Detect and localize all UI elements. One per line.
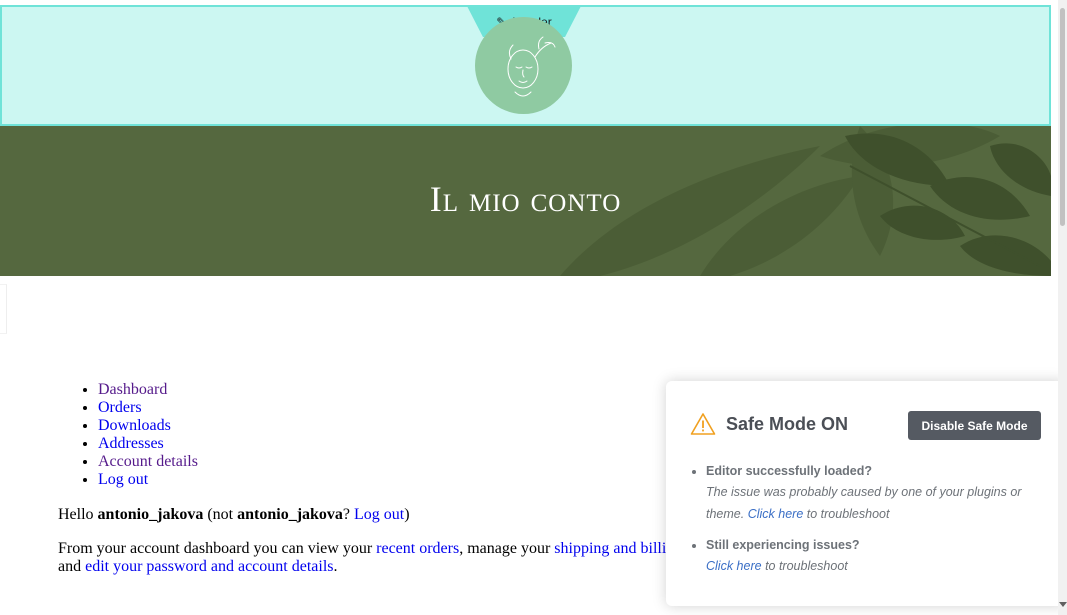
tip-suffix: to troubleshoot: [806, 507, 890, 521]
greeting-text: Hello antonio_jakova (not antonio_jakova…: [58, 506, 410, 524]
nav-item-account-details: Account details: [98, 453, 198, 471]
scrollbar-thumb[interactable]: [1060, 8, 1065, 226]
recent-orders-link[interactable]: recent orders: [376, 540, 459, 557]
nav-link-dashboard[interactable]: Dashboard: [98, 381, 167, 398]
nav-link-addresses[interactable]: Addresses: [98, 435, 164, 452]
dashboard-text-2: , manage your: [459, 540, 551, 557]
greeting-close: ): [404, 506, 410, 523]
safe-mode-title: Safe Mode ON: [726, 413, 849, 434]
tip-suffix: to troubleshoot: [765, 559, 848, 573]
greeting-hello: Hello: [58, 506, 94, 523]
greeting-not: (not: [207, 506, 234, 523]
page-banner: Il mio conto: [0, 126, 1051, 276]
side-toggle-tab[interactable]: [0, 284, 7, 334]
greeting-username: antonio_jakova: [97, 506, 204, 523]
dashboard-text-4: .: [333, 558, 338, 575]
greeting-logout-link[interactable]: Log out: [354, 506, 404, 523]
site-logo[interactable]: [475, 17, 572, 114]
safe-mode-panel: Safe Mode ON Disable Safe Mode Editor su…: [666, 381, 1066, 606]
troubleshoot-link-1[interactable]: Click here: [748, 507, 804, 521]
troubleshoot-link-2[interactable]: Click here: [706, 559, 762, 573]
safe-mode-tip: Editor successfully loaded? The issue wa…: [706, 461, 1056, 525]
nav-item-downloads: Downloads: [98, 417, 198, 435]
nav-link-orders[interactable]: Orders: [98, 399, 142, 416]
nav-item-addresses: Addresses: [98, 435, 198, 453]
face-leaves-logo-icon: [507, 36, 556, 97]
tip-question: Editor successfully loaded?: [706, 464, 873, 478]
account-details-link[interactable]: edit your password and account details: [85, 558, 333, 575]
scroll-down-arrow-icon[interactable]: [1059, 602, 1067, 607]
nav-item-dashboard: Dashboard: [98, 381, 198, 399]
tip-question: Still experiencing issues?: [706, 538, 860, 552]
account-navigation: Dashboard Orders Downloads Addresses Acc…: [58, 381, 198, 489]
nav-item-orders: Orders: [98, 399, 198, 417]
tip-answer: Click here to troubleshoot: [706, 555, 1056, 577]
nav-link-account-details[interactable]: Account details: [98, 453, 198, 470]
dashboard-description: From your account dashboard you can view…: [58, 540, 758, 576]
page-title: Il mio conto: [429, 179, 622, 219]
nav-link-logout[interactable]: Log out: [98, 471, 148, 488]
disable-safe-mode-button[interactable]: Disable Safe Mode: [908, 411, 1041, 440]
greeting-question: ?: [342, 506, 351, 523]
safe-mode-tips: Editor successfully loaded? The issue wa…: [690, 461, 1056, 587]
greeting-username-2: antonio_jakova: [237, 506, 343, 523]
dashboard-text-1: From your account dashboard you can view…: [58, 540, 373, 557]
page-scrollbar[interactable]: [1058, 0, 1067, 615]
nav-link-downloads[interactable]: Downloads: [98, 417, 171, 434]
warning-triangle-icon: [690, 413, 716, 435]
nav-item-logout: Log out: [98, 471, 198, 489]
page: ✎ Header: [0, 0, 1067, 615]
safe-mode-header: Safe Mode ON: [690, 412, 848, 436]
tip-answer: The issue was probably caused by one of …: [706, 481, 1056, 525]
safe-mode-tip: Still experiencing issues? Click here to…: [706, 535, 1056, 577]
